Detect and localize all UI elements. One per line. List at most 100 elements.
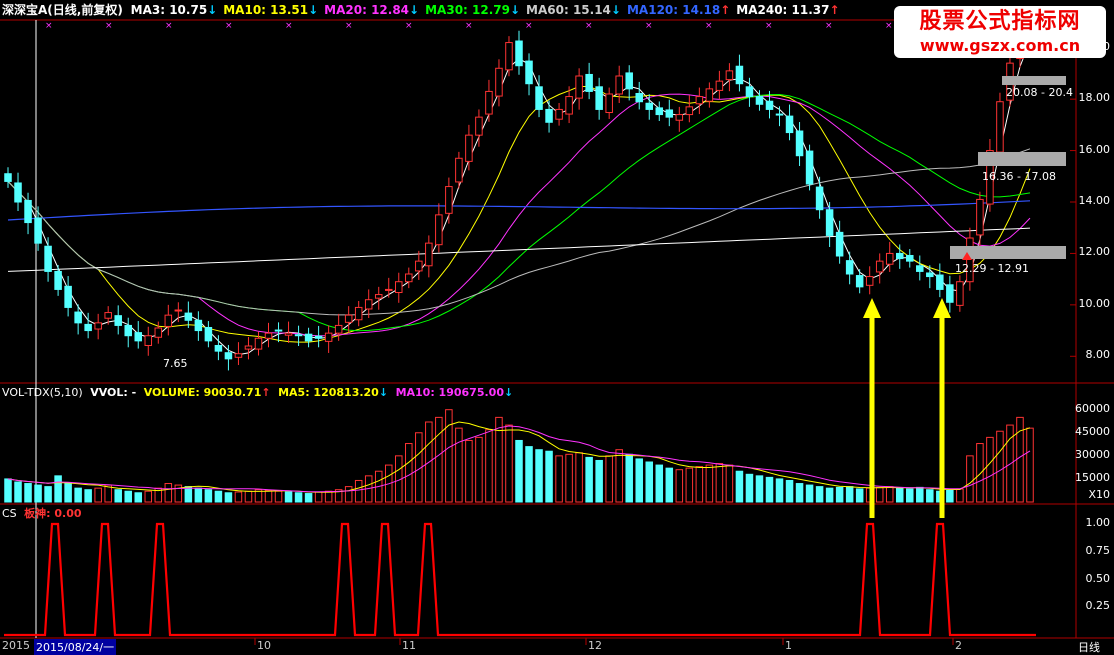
candle-body (585, 73, 593, 92)
candle-body (875, 260, 884, 273)
volume-bar (525, 446, 533, 503)
candle-body (244, 345, 253, 350)
candle-body (204, 326, 213, 342)
ma-legend-arrow: ↓ (509, 3, 521, 17)
candle-body (324, 332, 333, 342)
candle-body (956, 281, 964, 306)
volume-bar (485, 429, 493, 503)
candle-body (194, 319, 203, 332)
volume-bar (615, 449, 623, 503)
volume-bar (695, 466, 704, 503)
candle-body (825, 209, 834, 236)
volume-header: VOL-TDX(5,10) VVOL: - VOLUME: 90030.71↑ … (2, 385, 517, 401)
volume-bar (595, 459, 603, 503)
volume-bar (875, 486, 884, 503)
volume-bar (956, 488, 964, 503)
price-zone-box (1002, 76, 1066, 85)
ma-legend-item: MA60: 15.14 (526, 3, 611, 17)
volume-bar (435, 416, 443, 503)
vol-ma10-arrow: ↓ (503, 386, 514, 399)
x-month-label: 11 (402, 639, 416, 652)
candle-body (505, 42, 513, 71)
volume-bar (184, 486, 193, 503)
candle-body (705, 88, 714, 102)
volume-bar (775, 478, 784, 503)
candle-body (815, 186, 824, 211)
volume-bar (815, 486, 824, 503)
vol-unit-label: X10 (1088, 488, 1110, 501)
vol-ma10: MA10: 190675.00↓ (396, 386, 514, 399)
stock-chart[interactable]: ×××××××××××××××× (0, 0, 1114, 652)
candle-body (84, 323, 92, 332)
candle-body (545, 108, 553, 123)
volume-bar (946, 489, 954, 503)
vol-tick: 15000 (1075, 470, 1110, 484)
price-tick: 18.00 (1078, 91, 1111, 105)
volume-bar (164, 483, 173, 503)
ma-legend-arrow: ↓ (409, 3, 420, 17)
volume-bar (745, 473, 754, 503)
volume-bar (204, 489, 213, 503)
x-period[interactable]: 日线 (1078, 639, 1100, 655)
price-tick: 12.00 (1078, 245, 1111, 259)
vol-volume: VOLUME: 90030.71↑ (144, 386, 271, 399)
watermark-url: www.gszx.com.cn (919, 36, 1081, 55)
yellow-arrows (863, 298, 951, 518)
zone-label-2: 16.36 - 17.08 (982, 170, 1056, 183)
volume-bar (505, 424, 513, 503)
cs-tick: 0.75 (1085, 543, 1111, 557)
volume-bar (855, 488, 864, 503)
cs-name: CS (2, 507, 17, 520)
candle-body (835, 231, 844, 257)
volume-bar (344, 486, 353, 503)
candle-body (845, 260, 854, 275)
volume-bar (645, 461, 654, 503)
ma-legend-arrow: ↓ (610, 3, 621, 17)
candle-body (895, 252, 904, 260)
volume-bar (906, 488, 914, 503)
price-tick: 8.00 (1085, 348, 1111, 362)
price-tick: 14.00 (1078, 194, 1111, 207)
candle-body (455, 157, 463, 183)
x-month-label: 1 (785, 639, 792, 652)
candle-body (515, 40, 523, 67)
candle-body (184, 312, 193, 321)
candle-body (565, 96, 573, 115)
volume-bar (635, 458, 643, 503)
top-marker: × (225, 21, 233, 31)
volume-bar (795, 483, 804, 503)
candle-body (615, 75, 623, 95)
volume-bar (885, 486, 894, 503)
candle-body (314, 335, 323, 339)
volume-bar (1026, 427, 1034, 503)
vol-tick: 45000 (1075, 424, 1110, 438)
volume-bar (324, 490, 333, 503)
candle-body (996, 101, 1004, 153)
candle-body (254, 337, 263, 350)
candle-body (725, 70, 734, 81)
top-marker: × (705, 21, 713, 31)
candle-body (715, 80, 724, 91)
vol-vvol: VVOL: - (90, 386, 137, 399)
ma-legend-arrow: ↓ (207, 3, 218, 17)
x-cursor-date[interactable]: 2015/08/24/一 (34, 639, 117, 655)
vol-ma5: MA5: 120813.20↓ (278, 386, 388, 399)
ma-line-20 (7, 93, 1031, 337)
ma-line-10 (7, 86, 1031, 343)
candle-body (14, 182, 22, 203)
candle-body (946, 284, 954, 303)
candle-body (755, 96, 764, 105)
ma-line-3 (7, 40, 1031, 356)
volume-bar (735, 470, 744, 503)
volume-bar (54, 475, 62, 503)
volume-bar (685, 467, 694, 503)
ma-legend-item: MA240: 11.37 (736, 3, 830, 17)
volume-bar (835, 486, 844, 503)
candle-body (54, 270, 62, 290)
candle-body (495, 67, 503, 97)
candle-body (284, 332, 293, 336)
top-marker: × (105, 21, 113, 31)
candle-body (535, 86, 543, 110)
candle-body (234, 353, 243, 358)
candle-body (264, 332, 273, 339)
